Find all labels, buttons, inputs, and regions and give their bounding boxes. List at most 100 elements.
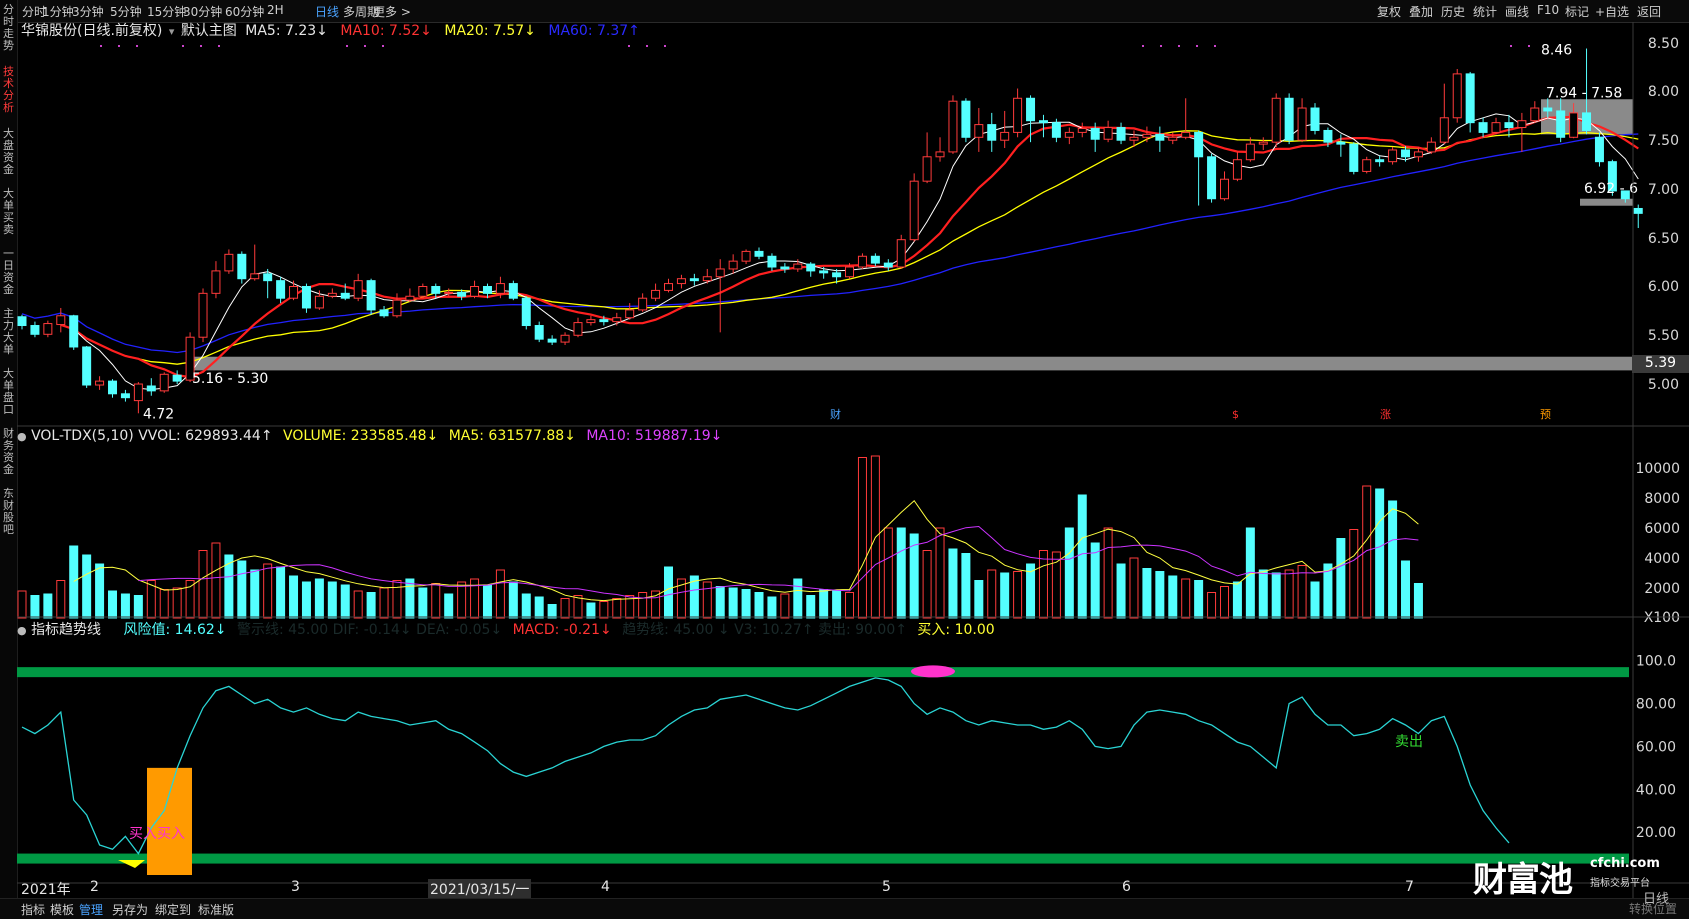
volume-bar (82, 554, 92, 619)
volume-bar (728, 587, 738, 619)
date-tick: 5 (882, 879, 891, 895)
candle-body (870, 255, 880, 264)
volume-bar (987, 569, 997, 619)
date-tick: 4 (601, 879, 610, 895)
volume-bar (1013, 571, 1023, 619)
volume-bar (133, 595, 143, 619)
volume-bar (185, 580, 195, 619)
low-label: 4.72 (143, 406, 174, 422)
candle-body (1051, 122, 1061, 138)
volume-bar (1336, 538, 1346, 619)
event-mark[interactable]: 预 (1540, 408, 1551, 421)
volume-bar (1284, 569, 1294, 619)
buy-signal-block (147, 767, 192, 875)
date-tick: 2021年 (21, 882, 71, 898)
volume-bar (664, 566, 673, 619)
candle-body (1465, 73, 1475, 124)
volume-bar (159, 589, 169, 619)
candle-body (909, 180, 919, 241)
volume-bar (1000, 572, 1010, 619)
volume-bar (1207, 592, 1217, 619)
volume-bar (172, 587, 182, 619)
volume-bar (1142, 568, 1152, 619)
candle-body (56, 315, 66, 326)
volume-bar (1129, 557, 1139, 619)
bottom-tab-2[interactable]: 管理 (79, 901, 103, 918)
indicator-tick: 80.00 (1636, 697, 1676, 713)
candle-body (767, 255, 777, 268)
candle-body (211, 270, 221, 294)
volume-bar (482, 584, 492, 619)
candle-body (702, 276, 712, 282)
date-tick: 2021/03/15/一 (428, 879, 532, 899)
candle-body (754, 250, 764, 257)
candle-body (612, 317, 622, 323)
candle-body (1142, 133, 1152, 138)
candle-body (1077, 128, 1087, 133)
candle-body (444, 291, 454, 294)
volume-bar (1077, 494, 1087, 619)
volume-bar (702, 581, 712, 619)
signal-dot (346, 45, 348, 47)
volume-bar (379, 587, 389, 619)
candle-body (1310, 107, 1320, 131)
candle-body (935, 151, 945, 158)
bottom-tab-4[interactable]: 绑定到 (155, 901, 191, 918)
candle-body (780, 266, 790, 270)
signal-dot (364, 45, 366, 47)
volume-bar (17, 590, 27, 619)
candle-body (327, 292, 337, 297)
bottom-tab-5[interactable]: 标准版 (198, 901, 234, 918)
volume-bar (431, 583, 441, 619)
volume-bar (896, 527, 906, 619)
signal-dot (182, 45, 184, 47)
volume-bar (263, 563, 273, 619)
candle-body (586, 319, 596, 324)
chart-canvas[interactable]: 8.464.727.94 - 7.586.92 - 65.16 - 5.30财 $… (0, 0, 1689, 918)
event-mark[interactable]: $ (1232, 408, 1239, 421)
candle-body (651, 289, 661, 299)
volume-bar (1219, 586, 1229, 619)
bottom-tab-3[interactable]: 另存为 (112, 901, 148, 918)
oversold-band (17, 853, 1629, 864)
volume-bar (95, 563, 105, 619)
volume-bar (1413, 583, 1423, 619)
ma20-line (73, 130, 1639, 365)
candle-body (1375, 159, 1385, 163)
candle-body (172, 374, 182, 382)
candle-body (431, 286, 441, 294)
candle-body (392, 299, 402, 317)
candle-body (289, 286, 299, 299)
volume-bar (314, 578, 324, 619)
candle-body (728, 260, 738, 270)
volume-bar (534, 596, 544, 619)
volume-bar (651, 590, 661, 619)
bottom-tab-1[interactable]: 模板 (50, 901, 74, 918)
candle-body (1388, 149, 1398, 163)
candle-body (470, 286, 480, 297)
candle-body (1336, 141, 1346, 145)
volume-bar (1401, 560, 1411, 619)
signal-dot (664, 45, 666, 47)
candle-body (896, 239, 906, 268)
bottom-tab-0[interactable]: 指标 (21, 901, 45, 918)
event-mark[interactable]: 财 (830, 407, 841, 421)
candle-body (146, 385, 156, 392)
candle-body (301, 286, 311, 309)
price-tick: 5.50 (1647, 328, 1679, 345)
candle-body (82, 346, 92, 386)
volume-bar (560, 598, 570, 619)
sell-zone-marker (911, 665, 955, 678)
candle-body (961, 100, 971, 138)
indicator-tick: 60.00 (1636, 739, 1676, 755)
candle-body (1530, 107, 1540, 122)
candle-body (340, 292, 350, 299)
candle-body (1517, 120, 1527, 129)
candle-body (250, 273, 260, 280)
event-mark[interactable]: 涨 (1380, 408, 1391, 421)
candle-body (1504, 122, 1514, 129)
volume-bar (1064, 527, 1074, 619)
volume-bar (1362, 485, 1372, 619)
volume-bar (883, 527, 893, 619)
watermark-partial-2: 转换位置 (1629, 902, 1678, 916)
